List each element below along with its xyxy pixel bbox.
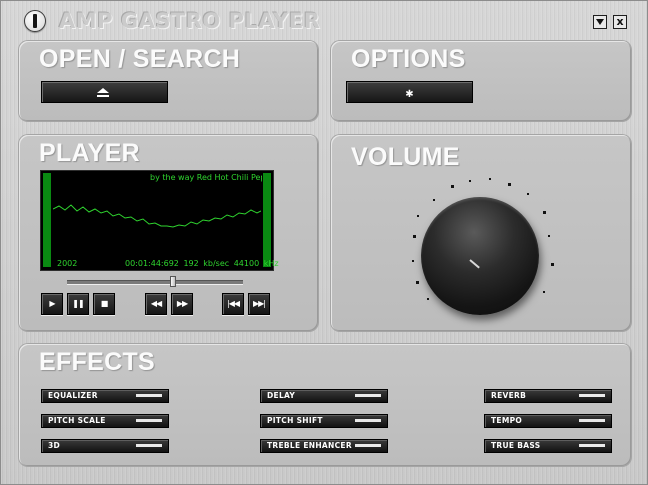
dial-tick (527, 193, 529, 195)
volume-knob-icon[interactable] (421, 197, 539, 315)
player-title: PLAYER (39, 139, 140, 167)
dial-tick (543, 211, 546, 214)
seek-bar[interactable] (67, 276, 243, 287)
volume-panel: VOLUME (331, 135, 631, 331)
vu-meter-left (43, 173, 51, 267)
open-search-panel: OPEN / SEARCH (19, 41, 318, 121)
pause-button[interactable]: ❚❚ (67, 293, 89, 315)
app-window: AMP GASTRO PLAYER x OPEN / SEARCH OPTION… (0, 0, 648, 485)
effect-delay[interactable]: DELAY (260, 389, 388, 403)
effects-panel: EFFECTS EQUALIZER PITCH SCALE 3D DELAY P… (19, 344, 631, 466)
previous-track-button[interactable]: |◀◀ (222, 293, 244, 315)
effect-level-bar (136, 394, 162, 397)
player-panel: PLAYER by the way Red Hot Chili Peppe 20… (19, 135, 318, 331)
play-icon: ▶ (49, 299, 55, 308)
effect-tempo[interactable]: TEMPO (484, 414, 612, 428)
effect-3d[interactable]: 3D (41, 439, 169, 453)
next-track-button[interactable]: ▶▶| (248, 293, 270, 315)
dial-tick (508, 183, 511, 186)
effect-pitch-shift[interactable]: PITCH SHIFT (260, 414, 388, 428)
title-bar[interactable]: AMP GASTRO PLAYER x (1, 1, 647, 39)
effect-label: TRUE BASS (491, 441, 541, 450)
effect-level-bar (579, 394, 605, 397)
play-button[interactable]: ▶ (41, 293, 63, 315)
effect-level-bar (136, 444, 162, 447)
waveform-visualizer (53, 204, 261, 228)
effect-label: TREBLE ENHANCER (267, 441, 352, 450)
effect-level-bar (579, 444, 605, 447)
effect-true-bass[interactable]: TRUE BASS (484, 439, 612, 453)
bitrate: 192 kb/sec (183, 259, 230, 268)
dial-tick (489, 178, 491, 180)
effect-label: PITCH SCALE (48, 416, 106, 425)
effect-label: 3D (48, 441, 61, 450)
seek-thumb[interactable] (170, 276, 176, 287)
skip-forward-icon: ▶▶| (253, 299, 266, 308)
elapsed-time: 00:01:44:692 (125, 259, 179, 268)
effects-title: EFFECTS (39, 348, 155, 376)
effect-level-bar (136, 419, 162, 422)
dial-tick (416, 281, 419, 284)
dial-tick (548, 235, 550, 237)
stop-icon: ■ (100, 299, 109, 308)
open-button[interactable] (41, 81, 168, 103)
asterisk-icon: ✱ (405, 89, 414, 100)
stop-button[interactable]: ■ (93, 293, 115, 315)
fast-forward-button[interactable]: ▶▶ (171, 293, 193, 315)
rewind-icon: ◀◀ (150, 299, 162, 308)
dial-tick (412, 260, 414, 262)
minimize-button[interactable] (593, 15, 607, 29)
effect-pitch-scale[interactable]: PITCH SCALE (41, 414, 169, 428)
volume-dial (391, 163, 571, 343)
fast-forward-icon: ▶▶ (176, 299, 188, 308)
dial-tick (451, 185, 454, 188)
dial-tick (469, 180, 471, 182)
effect-label: PITCH SHIFT (267, 416, 323, 425)
dial-tick (413, 235, 416, 238)
track-title: by the way Red Hot Chili Peppe (150, 173, 262, 182)
effect-equalizer[interactable]: EQUALIZER (41, 389, 169, 403)
effect-level-bar (355, 394, 381, 397)
effect-treble-enhancer[interactable]: TREBLE ENHANCER (260, 439, 388, 453)
sample-rate: 44100 kHz (233, 259, 279, 268)
dial-tick (551, 263, 554, 266)
effect-level-bar (579, 419, 605, 422)
effect-label: TEMPO (491, 416, 523, 425)
track-year: 2002 (57, 259, 78, 268)
effect-label: DELAY (267, 391, 296, 400)
options-panel: OPTIONS ✱ (331, 41, 631, 121)
vu-meter-right (263, 173, 271, 267)
app-title: AMP GASTRO PLAYER (59, 9, 321, 33)
options-button[interactable]: ✱ (346, 81, 473, 103)
rewind-button[interactable]: ◀◀ (145, 293, 167, 315)
app-logo-icon (24, 10, 46, 32)
skip-back-icon: |◀◀ (227, 299, 240, 308)
effect-level-bar (355, 444, 381, 447)
effect-label: EQUALIZER (48, 391, 98, 400)
dial-tick (543, 291, 545, 293)
dial-tick (427, 298, 429, 300)
dial-tick (417, 215, 419, 217)
track-info: 00:01:44:692 192 kb/sec 44100 kHz (125, 259, 279, 268)
pause-icon: ❚❚ (72, 299, 84, 308)
effect-level-bar (355, 419, 381, 422)
options-title: OPTIONS (351, 45, 466, 73)
effect-reverb[interactable]: REVERB (484, 389, 612, 403)
open-search-title: OPEN / SEARCH (39, 45, 241, 73)
close-button[interactable]: x (613, 15, 627, 29)
player-display: by the way Red Hot Chili Peppe 2002 00:0… (40, 170, 279, 271)
effect-label: REVERB (491, 391, 527, 400)
dial-tick (433, 199, 435, 201)
